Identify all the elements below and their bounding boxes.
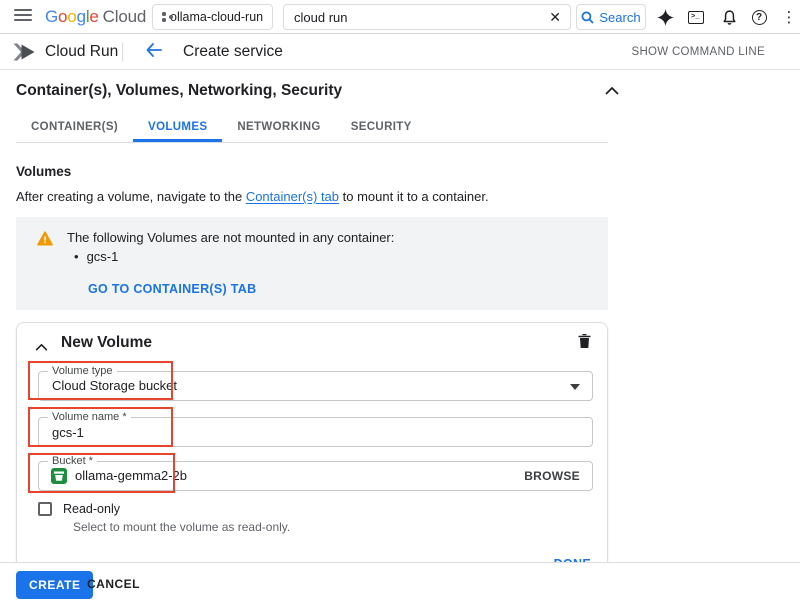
project-name: ollama-cloud-run (170, 10, 263, 24)
warning-message: The following Volumes are not mounted in… (67, 230, 394, 245)
section-title: Container(s), Volumes, Networking, Secur… (16, 82, 342, 99)
volume-type-field[interactable]: Volume type Cloud Storage bucket (38, 371, 593, 401)
warning-icon (37, 231, 53, 264)
product-name[interactable]: Cloud Run (45, 43, 118, 61)
gemini-icon[interactable] (655, 7, 675, 27)
collapse-section-icon[interactable] (605, 82, 619, 100)
search-button[interactable]: Search (576, 4, 646, 30)
new-volume-title: New Volume (61, 334, 152, 352)
read-only-helper: Select to mount the volume as read-only. (73, 520, 290, 534)
warning-banner: The following Volumes are not mounted in… (16, 217, 608, 310)
section-header: Container(s), Volumes, Networking, Secur… (16, 82, 624, 100)
read-only-checkbox[interactable] (38, 502, 52, 516)
volumes-description: After creating a volume, navigate to the… (16, 189, 800, 204)
section-tabs: CONTAINER(S) VOLUMES NETWORKING SECURITY (16, 114, 608, 143)
tab-networking[interactable]: NETWORKING (222, 114, 335, 142)
browse-button[interactable]: BROWSE (524, 462, 580, 490)
volume-name-label: Volume name * (48, 411, 131, 423)
new-volume-card: New Volume Volume type Cloud Storage buc… (16, 322, 608, 584)
volume-name-field: Volume name * (38, 417, 593, 447)
collapse-volume-icon[interactable] (35, 338, 48, 356)
notifications-icon[interactable] (719, 7, 739, 27)
bucket-field[interactable]: Bucket * ollama-gemma2-2b BROWSE (38, 461, 593, 491)
google-cloud-logo[interactable]: GoogleCloud (45, 7, 146, 27)
tab-containers[interactable]: CONTAINER(S) (16, 114, 133, 142)
go-to-containers-tab-link[interactable]: GO TO CONTAINER(S) TAB (88, 282, 588, 296)
back-arrow-icon[interactable] (145, 42, 163, 63)
bucket-value: ollama-gemma2-2b (39, 462, 592, 490)
search-input[interactable] (284, 10, 540, 25)
search-icon (581, 11, 594, 24)
read-only-label: Read-only (63, 502, 120, 516)
tab-volumes[interactable]: VOLUMES (133, 114, 222, 142)
bucket-label: Bucket * (48, 455, 97, 467)
read-only-option[interactable]: Read-only (38, 502, 120, 516)
clear-search-icon[interactable]: ✕ (540, 9, 570, 26)
show-command-line-button[interactable]: SHOW COMMAND LINE (631, 46, 765, 58)
divider (122, 42, 123, 62)
delete-volume-icon[interactable] (578, 334, 591, 354)
help-icon[interactable]: ? (749, 7, 769, 27)
form-footer: CREATE CANCEL (0, 562, 800, 601)
unmounted-volume-list: gcs-1 (74, 249, 394, 264)
cloud-shell-icon[interactable]: >_ (686, 7, 706, 27)
product-bar: Cloud Run Create service SHOW COMMAND LI… (0, 34, 800, 70)
chevron-down-icon (570, 384, 580, 390)
project-selector[interactable]: ollama-cloud-run (152, 4, 273, 30)
unmounted-volume-item: gcs-1 (74, 249, 394, 264)
global-search-box: ✕ (283, 4, 571, 30)
bucket-icon (51, 468, 67, 489)
volume-type-value: Cloud Storage bucket (39, 372, 592, 400)
more-icon[interactable]: ⋮ (779, 7, 799, 27)
containers-tab-link[interactable]: Container(s) tab (246, 189, 339, 204)
cloud-console-page: GoogleCloud ollama-cloud-run ✕ Search >_… (0, 0, 800, 601)
volume-type-label: Volume type (48, 365, 117, 377)
volumes-heading: Volumes (16, 164, 800, 179)
cancel-button[interactable]: CANCEL (87, 577, 140, 591)
tab-security[interactable]: SECURITY (336, 114, 427, 142)
menu-icon[interactable] (14, 9, 32, 23)
top-bar: GoogleCloud ollama-cloud-run ✕ Search >_… (0, 0, 800, 34)
cloud-run-logo-icon (12, 41, 36, 68)
page-title: Create service (183, 43, 283, 61)
create-button[interactable]: CREATE (16, 571, 93, 599)
